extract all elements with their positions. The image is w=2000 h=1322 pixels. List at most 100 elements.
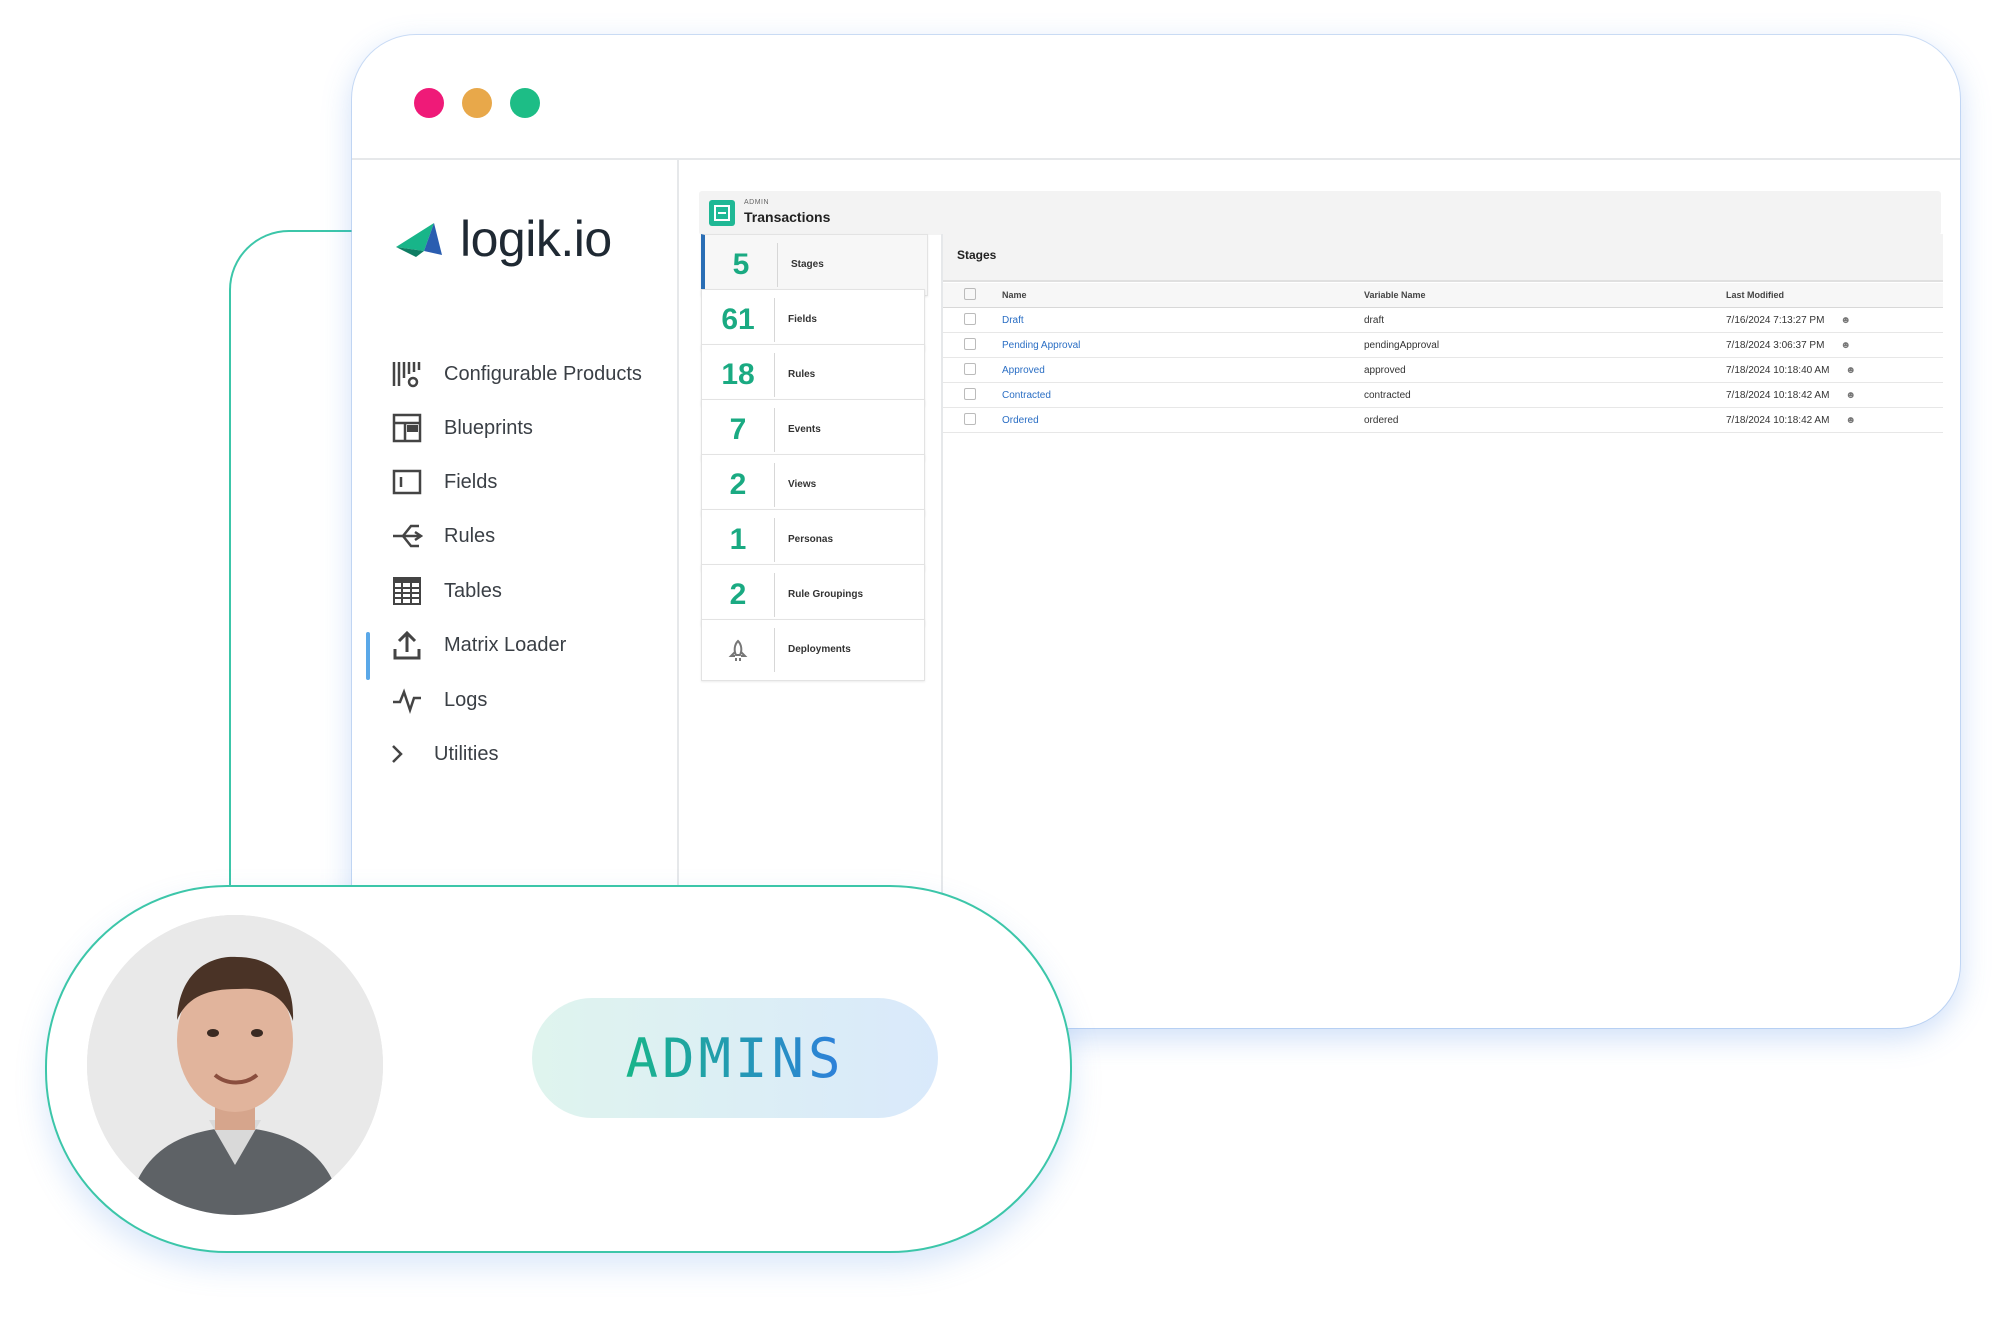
column-header-last-modified[interactable]: Last Modified <box>1725 283 1943 308</box>
persona-pill: ADMINS <box>45 885 1072 1253</box>
row-checkbox[interactable] <box>964 387 976 400</box>
row-variable: pendingApproval <box>1363 332 1725 358</box>
card-stages[interactable]: 5 Stages <box>701 234 928 296</box>
sidebar-item-fields[interactable]: Fields <box>390 465 497 499</box>
row-name-link[interactable]: Pending Approval <box>1002 340 1080 351</box>
column-header-variable-name[interactable]: Variable Name <box>1363 283 1725 308</box>
sidebar-item-rules[interactable]: Rules <box>390 519 495 553</box>
user-icon: ☻ <box>1840 314 1851 326</box>
row-modified: 7/18/2024 10:18:42 AM <box>1726 389 1830 401</box>
transactions-app-icon <box>709 200 735 226</box>
row-variable: approved <box>1363 357 1725 383</box>
table-row: Ordered ordered 7/18/2024 10:18:42 AM ☻ <box>943 407 1943 433</box>
stages-table: Name Variable Name Last Modified Draft d… <box>943 283 1943 433</box>
sidebar-item-label: Logs <box>444 688 488 711</box>
row-variable: draft <box>1363 307 1725 333</box>
row-modified: 7/16/2024 7:13:27 PM <box>1726 314 1825 326</box>
user-icon: ☻ <box>1840 339 1851 351</box>
card-count: 61 <box>721 303 755 336</box>
card-label: Events <box>788 424 821 435</box>
card-count: 1 <box>729 523 747 556</box>
card-count: 5 <box>732 248 750 281</box>
blueprint-icon <box>390 411 424 445</box>
card-divider <box>774 628 775 672</box>
logik-logo-icon <box>396 223 442 257</box>
select-all-checkbox[interactable] <box>964 288 976 300</box>
table-header-row: Name Variable Name Last Modified <box>943 283 1943 308</box>
logo-text: logik.io <box>460 211 612 267</box>
card-divider <box>774 573 775 617</box>
card-rules[interactable]: 18 Rules <box>701 344 925 406</box>
column-header-name[interactable]: Name <box>1001 283 1363 308</box>
page-title: Transactions <box>744 209 831 225</box>
active-nav-indicator <box>366 632 370 680</box>
row-name-link[interactable]: Ordered <box>1002 415 1039 426</box>
role-label: ADMINS <box>625 1026 845 1090</box>
card-divider <box>774 518 775 562</box>
card-label: Stages <box>791 259 824 270</box>
page-header: ADMIN Transactions <box>699 191 1941 235</box>
sidebar-item-label: Fields <box>444 470 498 493</box>
sidebar-item-label: Matrix Loader <box>444 633 567 656</box>
card-label: Views <box>788 479 817 490</box>
row-checkbox[interactable] <box>964 412 976 425</box>
card-divider <box>774 353 775 397</box>
card-divider <box>774 298 775 342</box>
card-divider <box>774 408 775 452</box>
card-count: 7 <box>729 413 747 446</box>
card-events[interactable]: 7 Events <box>701 399 925 461</box>
table-icon <box>390 574 424 608</box>
table-row: Contracted contracted 7/18/2024 10:18:42… <box>943 382 1943 408</box>
card-personas[interactable]: 1 Personas <box>701 509 925 571</box>
user-icon: ☻ <box>1845 414 1856 426</box>
user-icon: ☻ <box>1845 389 1856 401</box>
sidebar-item-label: Rules <box>444 524 496 547</box>
pulse-icon <box>390 683 424 717</box>
table-row: Pending Approval pendingApproval 7/18/20… <box>943 332 1943 358</box>
row-name-link[interactable]: Contracted <box>1002 390 1051 401</box>
row-name-link[interactable]: Draft <box>1002 315 1024 326</box>
card-rule-groupings[interactable]: 2 Rule Groupings <box>701 564 925 626</box>
sidebar-item-label: Utilities <box>434 742 499 765</box>
row-checkbox[interactable] <box>964 362 976 375</box>
sidebar-item-utilities[interactable]: Utilities <box>380 737 498 771</box>
app-window: logik.io Configurable Products Blueprint… <box>352 35 1960 1028</box>
card-count: 2 <box>729 578 747 611</box>
minimize-window-dot[interactable] <box>462 88 492 118</box>
sidebar-item-label: Tables <box>444 579 502 602</box>
sidebar-item-matrix-loader[interactable]: Matrix Loader <box>390 628 566 662</box>
avatar <box>87 915 383 1215</box>
card-divider <box>774 463 775 507</box>
chevron-right-icon <box>380 737 414 771</box>
logo: logik.io <box>394 210 612 268</box>
panel-title: Stages <box>957 248 997 262</box>
stages-panel-header: Stages <box>943 234 1943 282</box>
card-fields[interactable]: 61 Fields <box>701 289 925 351</box>
configurable-products-icon <box>390 357 424 391</box>
stages-panel: Stages Name Variable Name Last Modified … <box>941 234 1945 1028</box>
table-row: Draft draft 7/16/2024 7:13:27 PM ☻ <box>943 307 1943 333</box>
card-label: Rules <box>788 369 816 380</box>
row-modified: 7/18/2024 10:18:40 AM <box>1726 364 1830 376</box>
row-checkbox[interactable] <box>964 337 976 350</box>
header-subtitle: ADMIN <box>744 199 770 206</box>
card-count: 2 <box>729 468 747 501</box>
card-count: 18 <box>721 358 755 391</box>
row-name-link[interactable]: Approved <box>1002 365 1045 376</box>
row-modified: 7/18/2024 10:18:42 AM <box>1726 414 1830 426</box>
maximize-window-dot[interactable] <box>510 88 540 118</box>
card-deployments[interactable]: Deployments <box>701 619 925 681</box>
close-window-dot[interactable] <box>414 88 444 118</box>
card-label: Deployments <box>788 644 851 655</box>
sidebar-item-label: Configurable Products <box>444 362 642 385</box>
sidebar-item-blueprints[interactable]: Blueprints <box>390 411 533 445</box>
card-views[interactable]: 2 Views <box>701 454 925 516</box>
sidebar-item-tables[interactable]: Tables <box>390 574 502 608</box>
row-checkbox[interactable] <box>964 312 976 325</box>
upload-icon <box>390 628 424 662</box>
field-icon <box>390 465 424 499</box>
sidebar-item-logs[interactable]: Logs <box>390 683 487 717</box>
rules-branch-icon <box>390 519 424 553</box>
person-portrait-icon <box>87 915 383 1215</box>
sidebar-item-configurable-products[interactable]: Configurable Products <box>390 357 642 391</box>
